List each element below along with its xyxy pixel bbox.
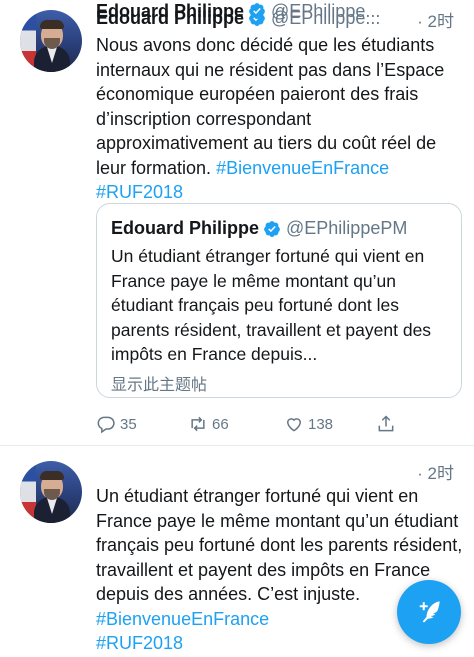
tweet-text-plain: Un étudiant étranger fortuné qui vient e…: [96, 486, 463, 604]
reply-icon: [97, 416, 115, 434]
quoted-tweet-header: Edouard Philippe @EPhilippePM: [111, 218, 407, 239]
retweet-button[interactable]: 66: [188, 414, 229, 434]
tweet-actions: 35 66 138: [96, 414, 456, 438]
compose-tweet-icon: [419, 601, 440, 623]
quoted-author-handle: @EPhilippePM: [286, 218, 408, 238]
reply-button[interactable]: 35: [96, 414, 137, 434]
like-count: 138: [308, 415, 334, 433]
reply-count: 35: [120, 415, 137, 433]
hashtag-link[interactable]: #BienvenueEnFrance: [216, 158, 389, 178]
tweet-time[interactable]: · 2时: [417, 7, 454, 32]
heart-icon: [286, 418, 302, 432]
verified-badge-icon: [249, 3, 265, 19]
author-name[interactable]: Edouard Philippe: [96, 1, 244, 22]
hashtag-link[interactable]: #BienvenueEnFrance: [96, 609, 269, 629]
hashtag-link[interactable]: #RUF2018: [96, 633, 183, 653]
quoted-tweet-text: Un étudiant étranger fortuné qui vient e…: [111, 246, 432, 364]
avatar[interactable]: [20, 10, 82, 72]
like-button[interactable]: 138: [284, 414, 333, 434]
retweet-icon: [191, 416, 205, 432]
tweet-time[interactable]: · 2时: [417, 459, 454, 484]
hashtag-link[interactable]: #RUF2018: [96, 182, 183, 202]
share-icon: [378, 415, 394, 432]
verified-badge-icon: [264, 220, 280, 237]
tweet-text-plain: Nous avons donc décidé que les étudiants…: [96, 35, 445, 178]
tweet-header: Edouard Philippe @EPhilippe...: [96, 0, 380, 22]
compose-tweet-button[interactable]: [397, 580, 461, 644]
quoted-author-name: Edouard Philippe: [111, 218, 260, 238]
tweet-1[interactable]: Edouard Philippe @EPhilippe... · 2时 Nous…: [0, 0, 474, 446]
quoted-tweet[interactable]: Edouard Philippe @EPhilippePM Un étudian…: [96, 203, 462, 398]
show-thread-link[interactable]: 显示此主题帖: [111, 371, 207, 395]
share-button[interactable]: [376, 414, 400, 434]
tweet-text: Nous avons donc décidé que les étudiants…: [96, 33, 464, 205]
avatar[interactable]: [20, 461, 82, 523]
retweet-count: 66: [212, 415, 229, 433]
author-handle[interactable]: @EPhilippe...: [271, 1, 380, 22]
